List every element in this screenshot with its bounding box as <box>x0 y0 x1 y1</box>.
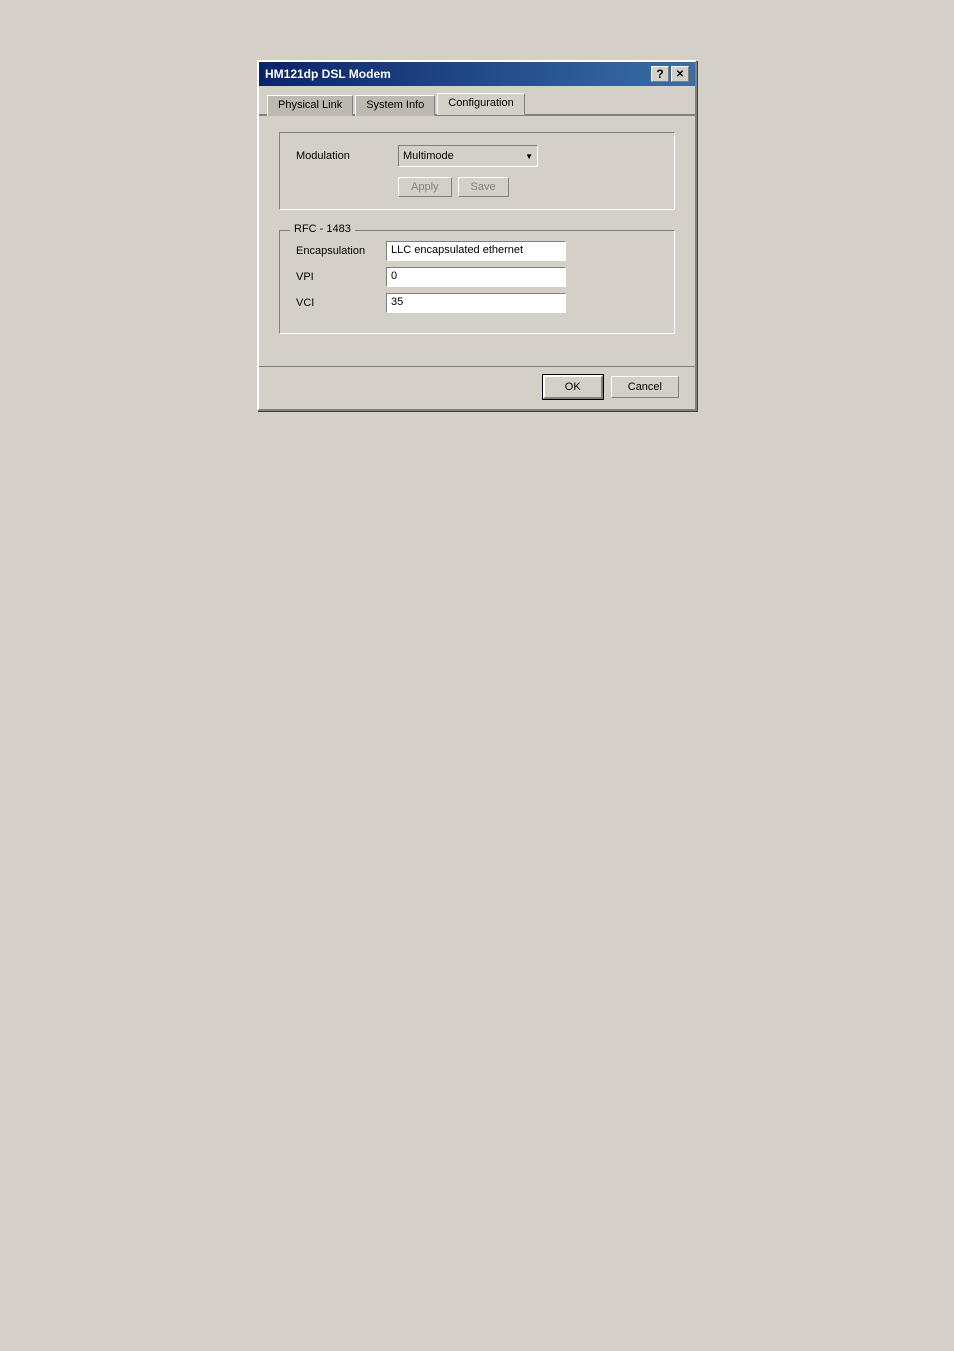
save-button[interactable]: Save <box>458 177 509 197</box>
rfc-section: RFC - 1483 Encapsulation LLC encapsulate… <box>279 230 675 334</box>
modulation-buttons-row: Apply Save <box>398 177 658 197</box>
vpi-label: VPI <box>296 271 386 283</box>
rfc-legend: RFC - 1483 <box>290 223 355 235</box>
modulation-label: Modulation <box>296 150 386 162</box>
encapsulation-label: Encapsulation <box>296 245 386 257</box>
ok-button[interactable]: OK <box>543 375 603 399</box>
help-button[interactable]: ? <box>651 66 669 82</box>
footer-area: OK Cancel <box>259 366 695 409</box>
rfc-row-encapsulation: Encapsulation LLC encapsulated ethernet <box>296 241 658 261</box>
main-window: HM121dp DSL Modem ? ✕ Physical Link Syst… <box>257 60 697 411</box>
tabs-bar: Physical Link System Info Configuration <box>259 86 695 116</box>
modulation-row: Modulation Multimode ▼ <box>296 145 658 167</box>
cancel-button[interactable]: Cancel <box>611 376 679 398</box>
titlebar: HM121dp DSL Modem ? ✕ <box>259 62 695 86</box>
tab-physical-link[interactable]: Physical Link <box>267 95 353 116</box>
titlebar-buttons: ? ✕ <box>651 66 689 82</box>
apply-button[interactable]: Apply <box>398 177 452 197</box>
tab-system-info[interactable]: System Info <box>355 95 435 116</box>
window-title: HM121dp DSL Modem <box>265 67 391 81</box>
encapsulation-value: LLC encapsulated ethernet <box>386 241 566 261</box>
rfc-row-vci: VCI 35 <box>296 293 658 313</box>
tab-configuration[interactable]: Configuration <box>437 93 524 115</box>
vpi-value[interactable]: 0 <box>386 267 566 287</box>
close-button[interactable]: ✕ <box>671 66 689 82</box>
modulation-dropdown[interactable]: Multimode ▼ <box>398 145 538 167</box>
vci-label: VCI <box>296 297 386 309</box>
dropdown-arrow-icon: ▼ <box>525 152 533 161</box>
modulation-section: Modulation Multimode ▼ Apply Save <box>279 132 675 210</box>
vci-value[interactable]: 35 <box>386 293 566 313</box>
content-area: Modulation Multimode ▼ Apply Save RFC - … <box>259 116 695 366</box>
rfc-row-vpi: VPI 0 <box>296 267 658 287</box>
